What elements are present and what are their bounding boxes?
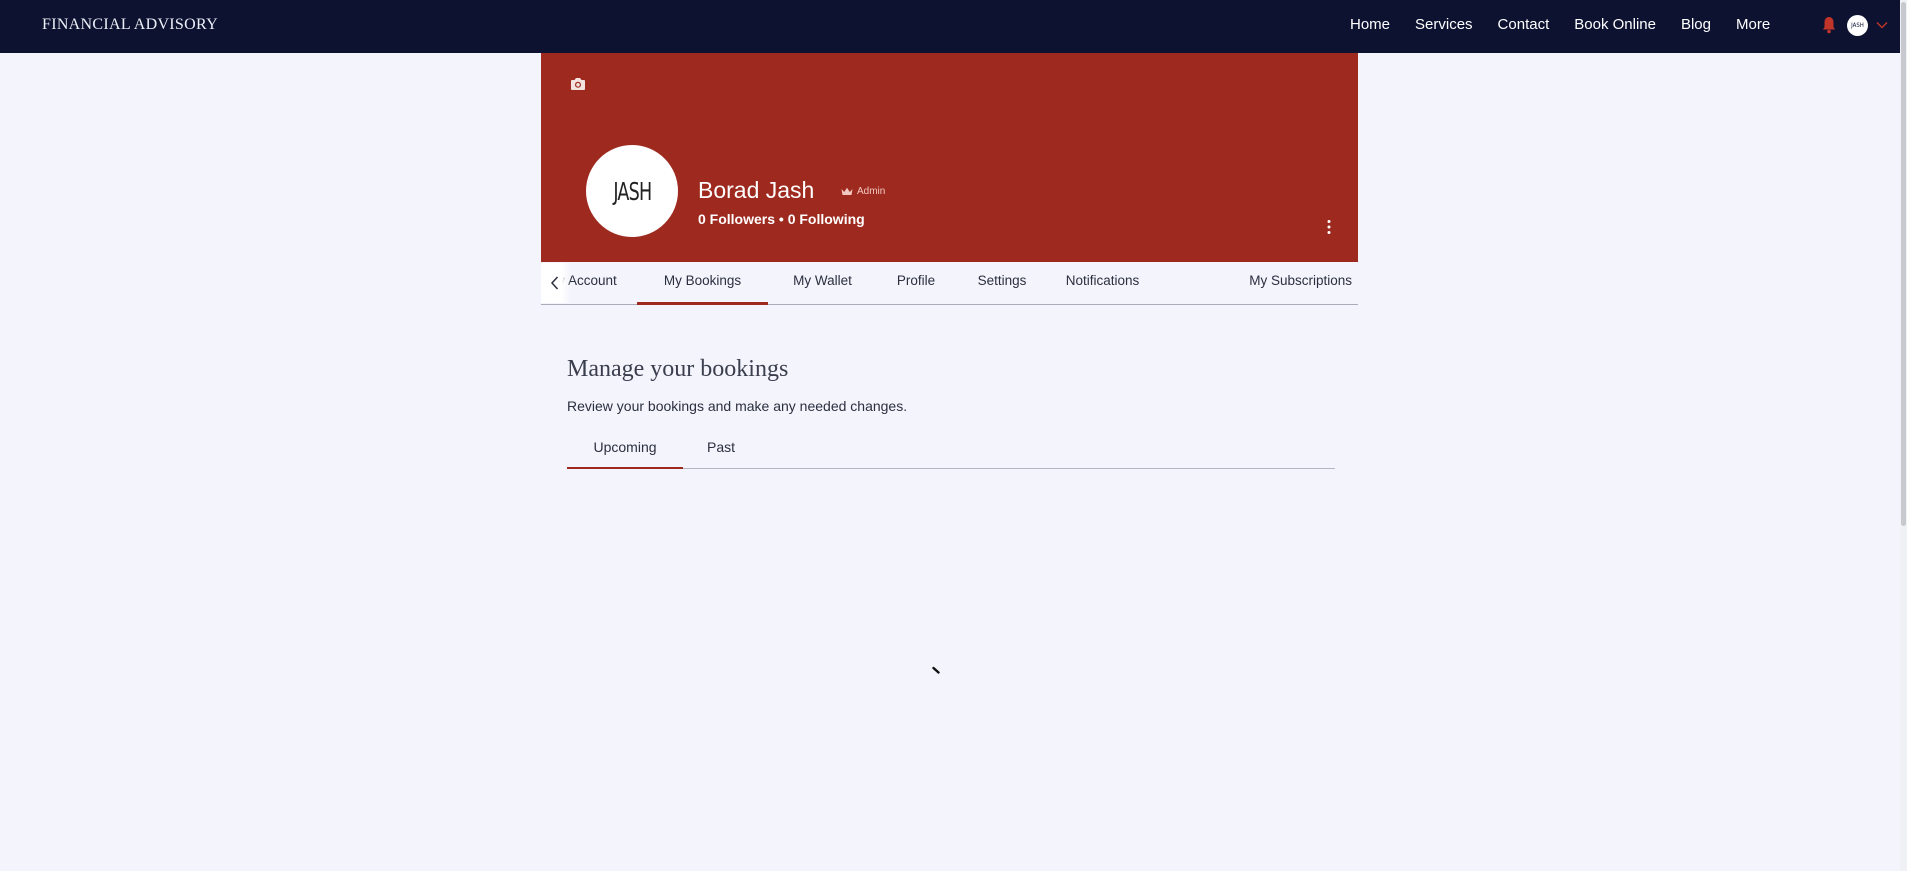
profile-avatar[interactable]: JASH <box>586 145 678 237</box>
tab-my-wallet[interactable]: My Wallet <box>782 262 863 304</box>
bell-icon[interactable] <box>1822 16 1836 34</box>
more-vertical-icon[interactable] <box>1326 219 1332 235</box>
profile-avatar-text: JASH <box>612 176 652 206</box>
profile-tabs: My Account My Bookings My Wallet Profile… <box>541 262 1358 305</box>
profile-cover: JASH Borad Jash Admin 0 Followers • 0 Fo… <box>541 53 1358 262</box>
profile-name: Borad Jash <box>698 177 815 203</box>
tab-my-subscriptions[interactable]: My Subscriptions <box>1172 262 1352 304</box>
loading-spinner-icon <box>932 666 940 674</box>
tab-my-bookings[interactable]: My Bookings <box>637 262 768 305</box>
nav-blog[interactable]: Blog <box>1681 16 1711 33</box>
role-badge: Admin <box>841 186 885 197</box>
nav-contact[interactable]: Contact <box>1498 16 1550 33</box>
crown-icon <box>841 187 853 195</box>
chevron-left-icon <box>550 276 559 290</box>
tabs-scroll-left-button[interactable] <box>541 263 571 303</box>
role-label: Admin <box>857 186 886 197</box>
site-logo-text[interactable]: FINANCIAL ADVISORY <box>42 16 218 34</box>
tab-notifications[interactable]: Notifications <box>1060 262 1145 304</box>
camera-icon[interactable] <box>570 77 586 91</box>
nav-home[interactable]: Home <box>1350 16 1390 33</box>
follow-stats[interactable]: 0 Followers • 0 Following <box>698 211 865 227</box>
chevron-down-icon[interactable] <box>1876 19 1888 31</box>
bookings-subtabs: Upcoming Past <box>567 431 1335 469</box>
main-nav: Home Services Contact Book Online Blog M… <box>1350 16 1770 33</box>
page-subtitle: Review your bookings and make any needed… <box>567 398 908 414</box>
user-avatar-mini[interactable]: JASH <box>1847 15 1868 36</box>
tab-settings[interactable]: Settings <box>972 262 1032 304</box>
tab-profile[interactable]: Profile <box>891 262 941 304</box>
nav-book-online[interactable]: Book Online <box>1574 16 1656 33</box>
subtab-past[interactable]: Past <box>683 431 759 468</box>
nav-services[interactable]: Services <box>1415 16 1473 33</box>
page-scrollbar[interactable] <box>1900 0 1907 871</box>
subtab-upcoming[interactable]: Upcoming <box>567 431 683 469</box>
scrollbar-thumb[interactable] <box>1901 2 1906 526</box>
top-navigation-bar: FINANCIAL ADVISORY Home Services Contact… <box>0 0 1907 53</box>
nav-more[interactable]: More <box>1736 16 1770 33</box>
page-title: Manage your bookings <box>567 356 789 382</box>
